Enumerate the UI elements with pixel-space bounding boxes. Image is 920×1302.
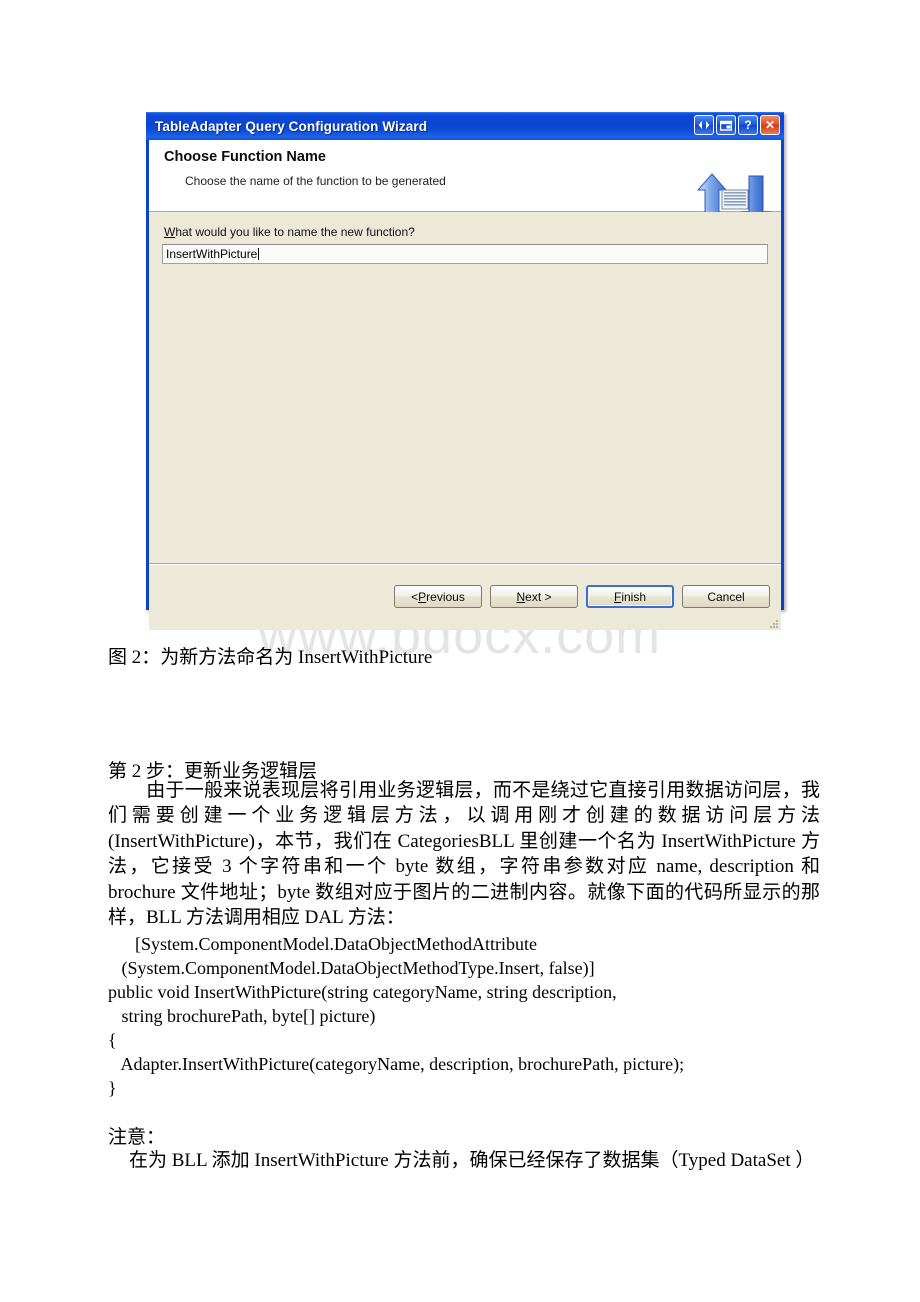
note-text: 在为 BLL 添加 InsertWithPicture 方法前，确保已经保存了数… bbox=[129, 1150, 815, 1171]
function-name-input[interactable]: InsertWithPicture bbox=[162, 244, 768, 264]
dialog-title: TableAdapter Query Configuration Wizard bbox=[155, 119, 428, 134]
tableadapter-query-configuration-wizard-dialog: TableAdapter Query Configuration Wizard … bbox=[146, 112, 784, 630]
finish-button[interactable]: Finish bbox=[586, 585, 674, 608]
titlebar-button-group: ? ✕ bbox=[694, 115, 780, 135]
figure-caption: 图 2：为新方法命名为 InsertWithPicture bbox=[108, 647, 433, 668]
restore-button[interactable] bbox=[716, 115, 736, 135]
resize-icon bbox=[698, 121, 710, 129]
finish-button-accesskey: F bbox=[613, 589, 622, 604]
cancel-button[interactable]: Cancel bbox=[682, 585, 770, 608]
wizard-button-row: < Previous Next > Finish Cancel bbox=[394, 585, 770, 608]
dialog-titlebar[interactable]: TableAdapter Query Configuration Wizard … bbox=[146, 112, 784, 140]
code-block: [System.ComponentModel.DataObjectMethodA… bbox=[108, 934, 685, 1098]
previous-button-pre: < bbox=[411, 589, 419, 604]
close-icon: ✕ bbox=[764, 118, 776, 132]
previous-button-post: revious bbox=[426, 589, 465, 604]
help-icon: ? bbox=[744, 118, 752, 132]
body-paragraph: 由于一般来说表现层将引用业务逻辑层，而不是绕过它直接引用数据访问层，我们需要创建… bbox=[108, 778, 820, 930]
next-button-accesskey: N bbox=[516, 589, 526, 604]
previous-button[interactable]: < Previous bbox=[394, 585, 482, 608]
function-name-input-value: InsertWithPicture bbox=[166, 247, 258, 261]
cancel-button-label: Cancel bbox=[707, 589, 745, 604]
text-caret bbox=[258, 248, 260, 260]
wizard-page-subtitle: Choose the name of the function to be ge… bbox=[185, 174, 446, 188]
finish-button-post: inish bbox=[621, 589, 647, 604]
function-name-label-text: hat would you like to name the new funct… bbox=[175, 225, 415, 239]
paragraph-text: 由于一般来说表现层将引用业务逻辑层，而不是绕过它直接引用数据访问层，我们需要创建… bbox=[108, 780, 820, 929]
resize-button[interactable] bbox=[694, 115, 714, 135]
next-button-post: ext > bbox=[525, 589, 552, 604]
function-name-label-accesskey: W bbox=[164, 225, 176, 239]
wizard-header: Choose Function Name Choose the name of … bbox=[149, 140, 781, 229]
restore-icon bbox=[720, 120, 732, 131]
wizard-body: What would you like to name the new func… bbox=[149, 212, 781, 564]
function-name-label: What would you like to name the new func… bbox=[164, 225, 415, 239]
previous-button-accesskey: P bbox=[418, 589, 427, 604]
help-button[interactable]: ? bbox=[738, 115, 758, 135]
wizard-page-title: Choose Function Name bbox=[164, 149, 326, 165]
next-button[interactable]: Next > bbox=[490, 585, 578, 608]
resize-grip[interactable] bbox=[766, 616, 778, 628]
wizard-footer: < Previous Next > Finish Cancel bbox=[149, 563, 781, 630]
close-button[interactable]: ✕ bbox=[760, 115, 780, 135]
